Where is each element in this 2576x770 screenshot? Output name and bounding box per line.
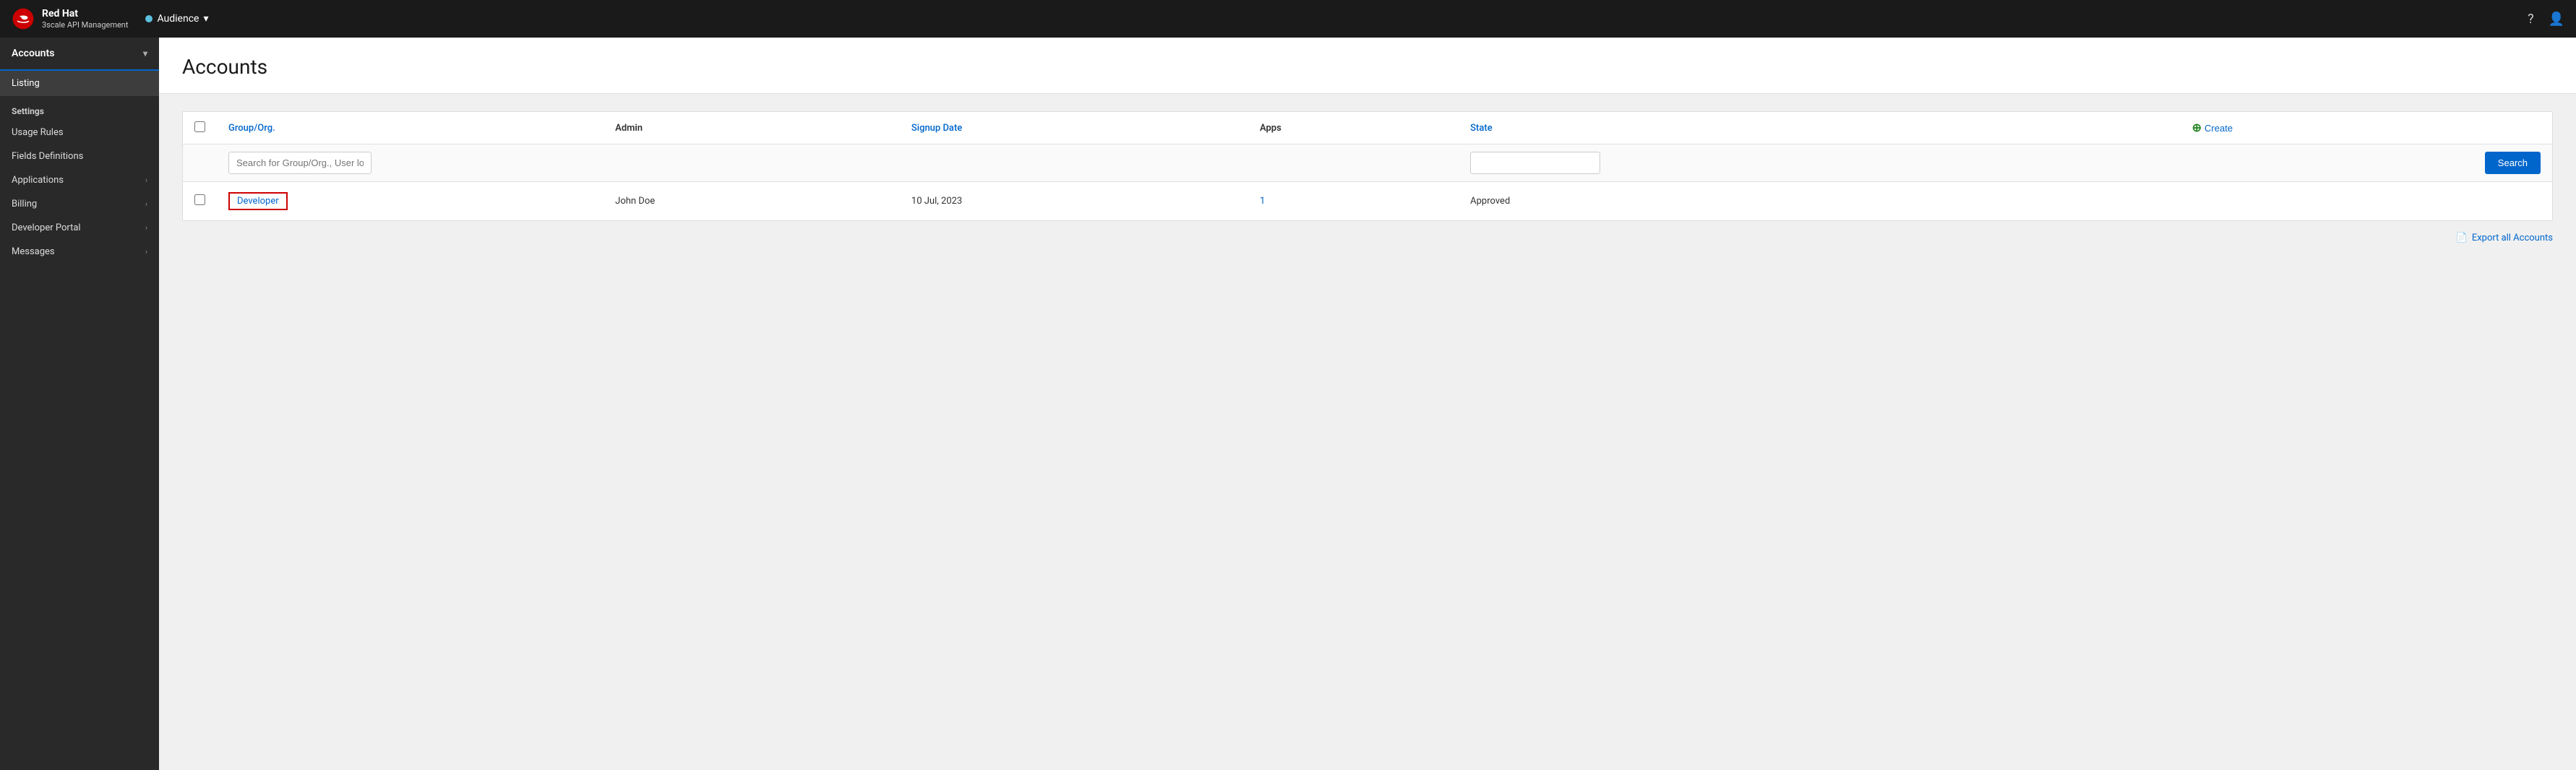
create-label: Create [2204,123,2233,134]
messages-chevron-icon: › [145,247,147,256]
brand-logo: Red Hat 3scale API Management [12,7,128,30]
developer-link[interactable]: Developer [228,192,288,210]
page-body: Group/Org. Admin Signup Date Apps State … [159,94,2576,770]
applications-chevron-icon: › [145,176,147,185]
developer-portal-chevron-icon: › [145,223,147,233]
select-all-checkbox[interactable] [194,121,205,132]
sidebar-item-developer-portal[interactable]: Developer Portal › [0,216,159,240]
audience-label: Audience [157,13,199,25]
row-actions [2181,182,2552,221]
audience-chevron-icon: ▾ [203,13,208,25]
col-admin: Admin [604,112,900,144]
brand-subtitle: 3scale API Management [42,20,128,30]
row-apps: 1 [1248,182,1459,221]
export-all-link[interactable]: 📄 Export all Accounts [2456,233,2553,243]
sidebar-item-fields-definitions[interactable]: Fields Definitions [0,144,159,168]
audience-menu[interactable]: Audience ▾ [145,13,208,25]
col-signup-date[interactable]: Signup Date [900,112,1248,144]
apps-count-link[interactable]: 1 [1260,196,1265,207]
sidebar-accounts-label: Accounts [12,48,54,59]
create-plus-icon: ⊕ [2192,121,2202,135]
accounts-table-card: Group/Org. Admin Signup Date Apps State … [182,111,2553,221]
audience-indicator-icon [145,15,153,22]
col-apps: Apps [1248,112,1459,144]
create-button[interactable]: ⊕ Create [2192,121,2233,135]
table-row: Developer John Doe 10 Jul, 2023 1 Approv… [183,182,2552,221]
billing-chevron-icon: › [145,199,147,209]
col-group-org[interactable]: Group/Org. [217,112,604,144]
top-navigation: Red Hat 3scale API Management Audience ▾… [0,0,2576,38]
search-button[interactable]: Search [2485,152,2541,174]
select-all-header [183,112,217,144]
sidebar-item-messages[interactable]: Messages › [0,240,159,264]
row-checkbox-cell [183,182,217,221]
row-state: Approved [1459,182,2180,221]
sidebar-item-listing[interactable]: Listing [0,71,159,96]
search-input[interactable] [228,152,372,174]
brand-name: Red Hat [42,8,128,20]
user-icon[interactable]: 👤 [2549,12,2564,27]
sidebar-accounts-header[interactable]: Accounts ▾ [0,38,159,71]
page-header: Accounts [159,38,2576,94]
row-signup-date: 10 Jul, 2023 [900,182,1248,221]
redhat-logo-icon [12,7,35,30]
row-checkbox[interactable] [194,194,205,205]
accounts-table: Group/Org. Admin Signup Date Apps State … [183,112,2552,220]
row-admin: John Doe [604,182,900,221]
row-group-org: Developer [217,182,604,221]
main-content: Accounts Group/Org. Admin Signup Date Ap… [159,38,2576,770]
accounts-chevron-icon: ▾ [143,48,147,59]
sidebar-item-usage-rules[interactable]: Usage Rules [0,121,159,144]
search-state-cell [1459,144,2180,182]
export-icon: 📄 [2456,233,2468,243]
sidebar-settings-label: Settings [0,96,159,121]
export-row: 📄 Export all Accounts [182,221,2553,243]
sidebar: Accounts ▾ Listing Settings Usage Rules … [0,38,159,770]
col-state[interactable]: State [1459,112,2180,144]
help-icon[interactable]: ? [2528,12,2534,27]
sidebar-item-applications[interactable]: Applications › [0,168,159,192]
col-create: ⊕ Create [2181,112,2552,144]
search-main-cell [217,144,1459,182]
sidebar-item-billing[interactable]: Billing › [0,192,159,216]
search-button-cell: Search [2181,144,2552,182]
export-label: Export all Accounts [2472,233,2553,243]
search-checkbox-cell [183,144,217,182]
page-title: Accounts [182,55,2553,79]
state-search-input[interactable] [1470,152,1600,174]
